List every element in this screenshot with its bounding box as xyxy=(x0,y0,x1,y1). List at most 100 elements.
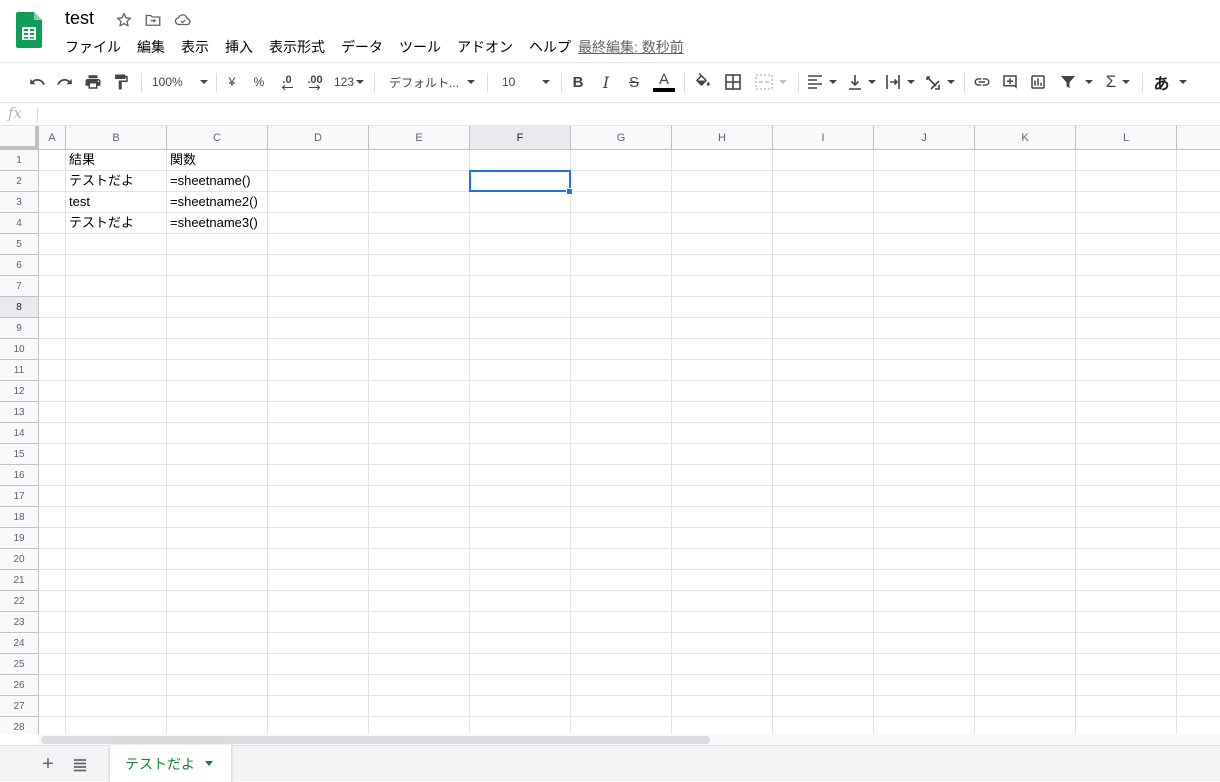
cell-g9[interactable] xyxy=(571,318,672,339)
cell-d16[interactable] xyxy=(268,465,369,486)
cell-a8[interactable] xyxy=(39,297,66,318)
cell-a9[interactable] xyxy=(39,318,66,339)
cell-a23[interactable] xyxy=(39,612,66,633)
cell-e10[interactable] xyxy=(369,339,470,360)
cell-overflow[interactable] xyxy=(1177,423,1220,444)
cell-a11[interactable] xyxy=(39,360,66,381)
cell-h13[interactable] xyxy=(672,402,773,423)
cell-k9[interactable] xyxy=(975,318,1076,339)
cell-k24[interactable] xyxy=(975,633,1076,654)
cell-a10[interactable] xyxy=(39,339,66,360)
cell-c5[interactable] xyxy=(167,234,268,255)
cell-g16[interactable] xyxy=(571,465,672,486)
cell-g14[interactable] xyxy=(571,423,672,444)
cell-a1[interactable] xyxy=(39,150,66,171)
row-header-19[interactable]: 19 xyxy=(0,528,39,549)
font-size-select[interactable]: 10 xyxy=(502,71,554,93)
merge-cells-button[interactable] xyxy=(752,71,790,93)
cell-f18[interactable] xyxy=(470,507,571,528)
insert-comment-button[interactable] xyxy=(1000,71,1020,93)
cell-d13[interactable] xyxy=(268,402,369,423)
italic-button[interactable]: I xyxy=(597,71,615,93)
cell-b4[interactable]: テストだよ xyxy=(66,213,167,234)
cell-d20[interactable] xyxy=(268,549,369,570)
cell-h23[interactable] xyxy=(672,612,773,633)
cell-f17[interactable] xyxy=(470,486,571,507)
cell-h14[interactable] xyxy=(672,423,773,444)
cell-a4[interactable] xyxy=(39,213,66,234)
cell-e8[interactable] xyxy=(369,297,470,318)
cell-b16[interactable] xyxy=(66,465,167,486)
cell-b9[interactable] xyxy=(66,318,167,339)
cell-e6[interactable] xyxy=(369,255,470,276)
cell-e16[interactable] xyxy=(369,465,470,486)
cell-j24[interactable] xyxy=(874,633,975,654)
chevron-down-icon[interactable] xyxy=(205,761,213,766)
last-edit-link[interactable]: 最終編集: 数秒前 xyxy=(578,38,684,56)
cell-b1[interactable]: 結果 xyxy=(66,150,167,171)
cell-overflow[interactable] xyxy=(1177,486,1220,507)
cell-k3[interactable] xyxy=(975,192,1076,213)
cell-e23[interactable] xyxy=(369,612,470,633)
column-header-b[interactable]: B xyxy=(66,126,167,150)
cell-a15[interactable] xyxy=(39,444,66,465)
cell-k21[interactable] xyxy=(975,570,1076,591)
cell-e17[interactable] xyxy=(369,486,470,507)
column-header-g[interactable]: G xyxy=(571,126,672,150)
cloud-status-icon[interactable] xyxy=(174,11,192,29)
cell-g6[interactable] xyxy=(571,255,672,276)
cell-l7[interactable] xyxy=(1076,276,1177,297)
cell-b27[interactable] xyxy=(66,696,167,717)
cell-f2[interactable] xyxy=(470,171,571,192)
cell-k7[interactable] xyxy=(975,276,1076,297)
cell-e11[interactable] xyxy=(369,360,470,381)
cell-b10[interactable] xyxy=(66,339,167,360)
cell-h12[interactable] xyxy=(672,381,773,402)
strikethrough-button[interactable]: S xyxy=(625,71,643,93)
cell-i9[interactable] xyxy=(773,318,874,339)
cell-d27[interactable] xyxy=(268,696,369,717)
cell-f12[interactable] xyxy=(470,381,571,402)
cell-overflow[interactable] xyxy=(1177,444,1220,465)
cell-j14[interactable] xyxy=(874,423,975,444)
cell-b21[interactable] xyxy=(66,570,167,591)
cell-f7[interactable] xyxy=(470,276,571,297)
cell-g13[interactable] xyxy=(571,402,672,423)
cell-j2[interactable] xyxy=(874,171,975,192)
cell-overflow[interactable] xyxy=(1177,297,1220,318)
cell-b20[interactable] xyxy=(66,549,167,570)
cell-j5[interactable] xyxy=(874,234,975,255)
cell-k26[interactable] xyxy=(975,675,1076,696)
column-header-l[interactable]: L xyxy=(1076,126,1177,150)
cell-g1[interactable] xyxy=(571,150,672,171)
cell-h21[interactable] xyxy=(672,570,773,591)
cell-overflow[interactable] xyxy=(1177,339,1220,360)
horizontal-scrollbar-thumb[interactable] xyxy=(41,736,710,744)
cell-i4[interactable] xyxy=(773,213,874,234)
menu-view[interactable]: 表示 xyxy=(181,38,209,56)
text-color-button[interactable]: A xyxy=(652,71,676,93)
cell-overflow[interactable] xyxy=(1177,591,1220,612)
cell-b24[interactable] xyxy=(66,633,167,654)
column-header-j[interactable]: J xyxy=(874,126,975,150)
cell-d26[interactable] xyxy=(268,675,369,696)
cell-l4[interactable] xyxy=(1076,213,1177,234)
cell-f6[interactable] xyxy=(470,255,571,276)
cell-k6[interactable] xyxy=(975,255,1076,276)
cell-j26[interactable] xyxy=(874,675,975,696)
cell-l8[interactable] xyxy=(1076,297,1177,318)
cell-b18[interactable] xyxy=(66,507,167,528)
cell-overflow[interactable] xyxy=(1177,507,1220,528)
cell-i22[interactable] xyxy=(773,591,874,612)
cell-c15[interactable] xyxy=(167,444,268,465)
cell-c7[interactable] xyxy=(167,276,268,297)
cell-g17[interactable] xyxy=(571,486,672,507)
cell-l1[interactable] xyxy=(1076,150,1177,171)
cell-g23[interactable] xyxy=(571,612,672,633)
cell-overflow[interactable] xyxy=(1177,717,1220,734)
row-header-26[interactable]: 26 xyxy=(0,675,39,696)
cell-k11[interactable] xyxy=(975,360,1076,381)
cell-l27[interactable] xyxy=(1076,696,1177,717)
column-header-h[interactable]: H xyxy=(672,126,773,150)
cell-b3[interactable]: test xyxy=(66,192,167,213)
